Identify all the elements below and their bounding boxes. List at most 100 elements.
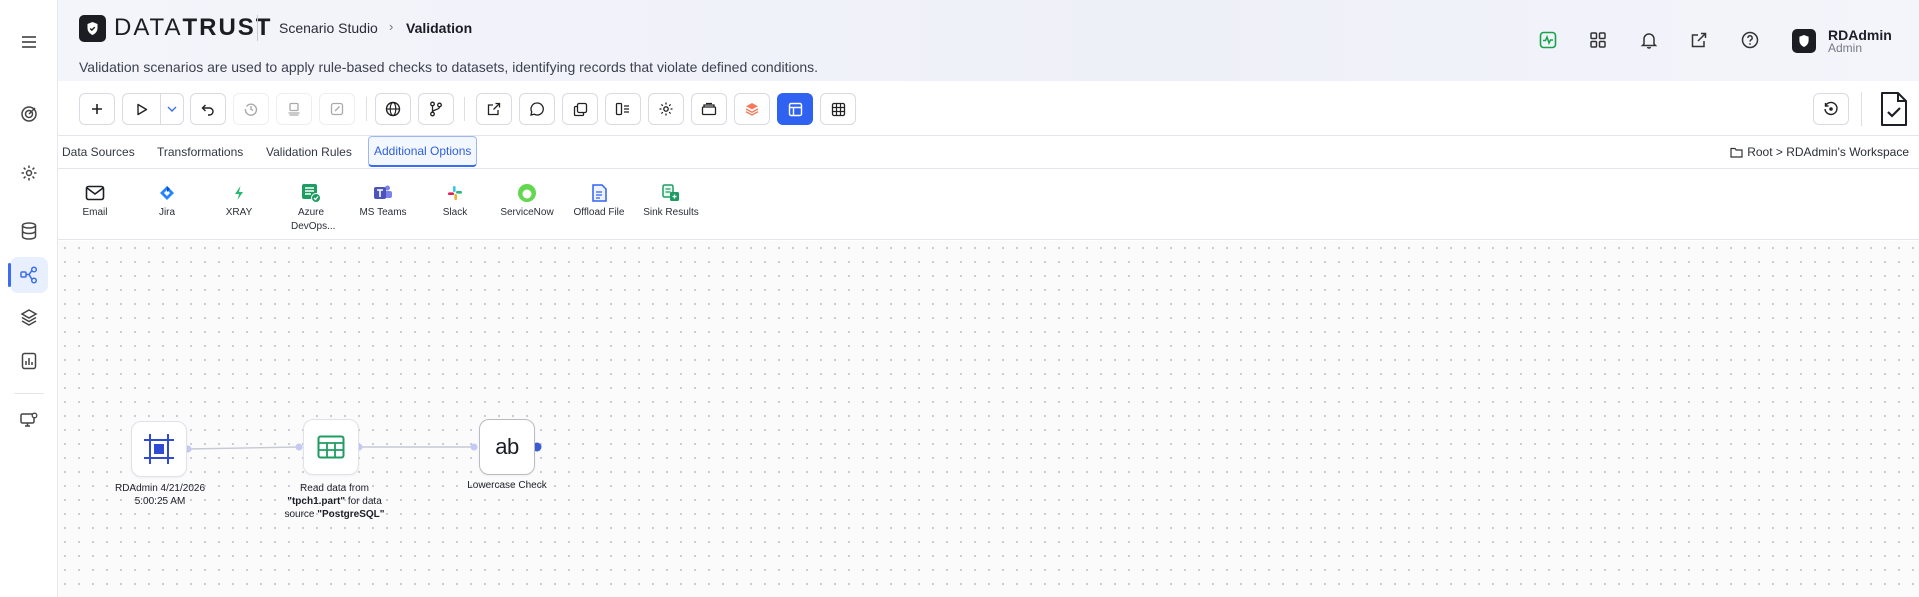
- bell-icon[interactable]: [1637, 28, 1661, 52]
- open-external-button[interactable]: [476, 93, 512, 125]
- read-prefix: Read data from: [300, 483, 369, 494]
- option-jira[interactable]: Jira: [135, 183, 199, 220]
- toolbar-divider: [366, 97, 367, 121]
- option-sink-results[interactable]: Sink Results: [639, 183, 703, 220]
- option-offload-file[interactable]: Offload File: [567, 183, 631, 220]
- run-options-chevron-down-icon[interactable]: [160, 93, 184, 125]
- option-label: Offload File: [573, 207, 625, 218]
- globe-button[interactable]: [375, 93, 411, 125]
- monitor-settings-icon[interactable]: [10, 402, 48, 438]
- edge-start-to-read: [186, 446, 300, 450]
- option-slack[interactable]: Slack: [423, 183, 487, 220]
- history-button[interactable]: [233, 93, 269, 125]
- input-port[interactable]: [470, 443, 478, 451]
- toolbar-divider: [1861, 92, 1862, 126]
- scenario-tabs: Data Sources Transformations Validation …: [58, 136, 1919, 169]
- settings-icon[interactable]: [10, 155, 48, 191]
- help-icon[interactable]: [1738, 28, 1762, 52]
- tab-additional-options[interactable]: Additional Options: [368, 136, 478, 167]
- table-view-button[interactable]: [820, 93, 856, 125]
- option-label: Slack: [442, 207, 468, 218]
- menu-icon[interactable]: [10, 24, 48, 60]
- header-divider: [257, 15, 258, 41]
- option-label: Jira: [158, 207, 176, 218]
- workspace-path: Root > RDAdmin's Workspace: [1747, 145, 1909, 159]
- read-data-node[interactable]: [303, 419, 359, 475]
- database-icon[interactable]: [10, 213, 48, 249]
- option-label: XRAY: [225, 207, 253, 218]
- read-table-name: "tpch1.part": [287, 496, 346, 507]
- option-azure-devops[interactable]: Azure DevOps...: [279, 183, 343, 234]
- logo-text-bold: TRUST: [182, 14, 273, 41]
- additional-options-palette: Email Jira XRAY Azure DevOps... MS Teams: [58, 169, 1919, 240]
- read-data-node-label: Read data from "tpch1.part" for data sou…: [273, 482, 396, 521]
- copy-button[interactable]: [562, 93, 598, 125]
- toolbar-divider: [464, 97, 465, 121]
- option-label: Sink Results: [643, 207, 699, 218]
- external-link-icon[interactable]: [1687, 28, 1711, 52]
- archive-button[interactable]: [691, 93, 727, 125]
- option-email[interactable]: Email: [63, 183, 127, 220]
- validate-document-button[interactable]: [1876, 89, 1912, 129]
- breadcrumb-scenario-studio[interactable]: Scenario Studio: [279, 20, 378, 36]
- lowercase-check-label: Lowercase Check: [467, 480, 547, 491]
- add-button[interactable]: [79, 93, 115, 125]
- page-header: DATATRUST Scenario Studio › Validation V…: [58, 0, 1919, 81]
- sidebar-divider: [14, 393, 44, 394]
- lowercase-check-node[interactable]: ab: [479, 419, 535, 475]
- edit-button[interactable]: [319, 93, 355, 125]
- run-button[interactable]: [122, 93, 162, 125]
- canvas-view-button[interactable]: [777, 93, 813, 125]
- activity-icon[interactable]: [1536, 28, 1560, 52]
- option-label: ServiceNow: [500, 207, 554, 218]
- workspace-breadcrumb[interactable]: Root > RDAdmin's Workspace: [1730, 145, 1909, 159]
- option-label: Email: [82, 207, 108, 218]
- mail-icon: [63, 183, 127, 203]
- text-case-icon: ab: [495, 434, 519, 460]
- input-port[interactable]: [295, 443, 303, 451]
- scenario-toolbar: [58, 81, 1919, 136]
- logo-shield-icon: [79, 15, 106, 42]
- start-node-label: RDAdmin 4/21/2026 5:00:25 AM: [114, 483, 206, 507]
- chevron-right-icon: ›: [389, 19, 394, 34]
- trigger-icon: [144, 434, 174, 464]
- settings-button[interactable]: [648, 93, 684, 125]
- start-node[interactable]: [131, 421, 187, 477]
- tab-transformations[interactable]: Transformations: [157, 136, 243, 168]
- sink-results-icon: [639, 183, 703, 203]
- app-root: DATATRUST Scenario Studio › Validation V…: [0, 0, 1919, 597]
- page-title: Validation: [406, 20, 473, 36]
- reports-icon[interactable]: [10, 343, 48, 379]
- workflow-canvas[interactable]: RDAdmin 4/21/2026 5:00:25 AM Read data f…: [58, 241, 1919, 597]
- jira-icon: [135, 183, 199, 203]
- ms-teams-icon: [351, 183, 415, 203]
- logo-text-light: DATA: [114, 14, 183, 41]
- stack-layers-button[interactable]: [734, 93, 770, 125]
- apps-grid-icon[interactable]: [1586, 28, 1610, 52]
- undo-button[interactable]: [190, 93, 226, 125]
- tab-validation-rules[interactable]: Validation Rules: [266, 136, 352, 168]
- option-servicenow[interactable]: ServiceNow: [495, 183, 559, 220]
- split-view-button[interactable]: [605, 93, 641, 125]
- page-description: Validation scenarios are used to apply r…: [79, 59, 819, 75]
- tab-data-sources[interactable]: Data Sources: [62, 136, 135, 168]
- layers-icon[interactable]: [10, 299, 48, 335]
- azure-devops-icon: [279, 183, 343, 203]
- option-label: Azure DevOps...: [291, 207, 336, 232]
- read-source-name: "PostgreSQL": [317, 509, 385, 520]
- branch-button[interactable]: [418, 93, 454, 125]
- case-icon-text: ab: [495, 434, 519, 459]
- user-avatar[interactable]: [1792, 29, 1816, 53]
- user-role: Admin: [1828, 41, 1863, 55]
- app-logo: DATATRUST: [114, 14, 272, 42]
- comment-button[interactable]: [519, 93, 555, 125]
- folder-icon: [1730, 147, 1743, 158]
- stamp-button[interactable]: [276, 93, 312, 125]
- option-xray[interactable]: XRAY: [207, 183, 271, 220]
- table-icon: [317, 435, 345, 459]
- workflow-icon[interactable]: [8, 257, 48, 293]
- restore-version-button[interactable]: [1813, 93, 1849, 125]
- xray-icon: [207, 183, 271, 203]
- option-ms-teams[interactable]: MS Teams: [351, 183, 415, 220]
- target-icon[interactable]: [10, 96, 48, 132]
